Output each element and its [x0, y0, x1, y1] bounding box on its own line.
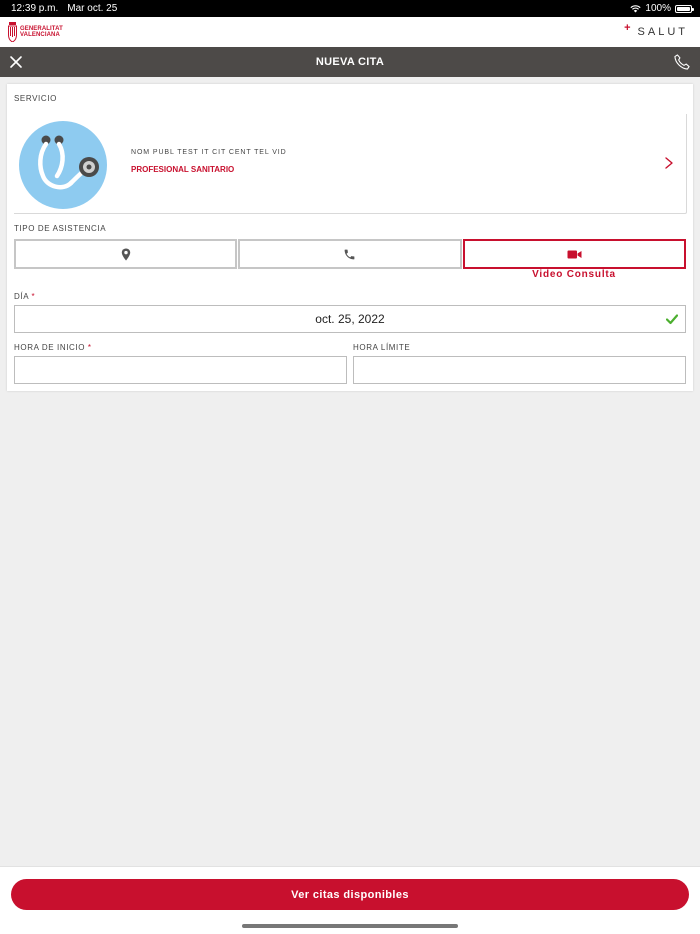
service-selector[interactable]: NOM PUBL TEST IT CIT CENT TEL VID PROFES…: [14, 114, 687, 214]
page-title: NUEVA CITA: [315, 56, 385, 68]
brand-bar: GENERALITAT VALENCIANA + SALUT: [0, 17, 700, 47]
service-avatar: [19, 121, 107, 209]
status-bar: 12:39 p.m. Mar oct. 25 100%: [0, 0, 700, 17]
date-field[interactable]: oct. 25, 2022: [14, 305, 686, 333]
status-indicators: 100%: [630, 3, 694, 14]
assistance-type-selector: [14, 239, 686, 269]
required-mark: *: [87, 343, 92, 352]
chevron-right-icon[interactable]: [664, 156, 674, 170]
day-label-text: DÍA: [14, 292, 29, 301]
battery-percent: 100%: [645, 3, 671, 14]
nav-bar: NUEVA CITA: [0, 47, 700, 77]
video-call-caption: Video Consulta: [532, 269, 616, 280]
end-time-label: HORA LÍMITE: [353, 343, 411, 352]
start-time-field[interactable]: [14, 356, 347, 384]
close-icon[interactable]: [9, 55, 23, 69]
service-type: PROFESIONAL SANITARIO: [131, 165, 235, 174]
generalitat-logo: GENERALITAT VALENCIANA: [8, 22, 63, 42]
bottom-action-bar: Ver citas disponibles: [0, 866, 700, 934]
service-name: NOM PUBL TEST IT CIT CENT TEL VID: [131, 149, 287, 156]
checkmark-icon: [666, 314, 678, 325]
phone-call-option[interactable]: [238, 239, 462, 269]
wifi-icon: [630, 4, 642, 12]
end-time-field[interactable]: [353, 356, 686, 384]
appointment-form-card: SERVICIO NOM PUBL TEST IT CIT CENT TEL V…: [7, 84, 693, 391]
status-date: Mar oct. 25: [67, 3, 118, 14]
view-available-appointments-button[interactable]: Ver citas disponibles: [11, 879, 689, 910]
home-indicator[interactable]: [242, 924, 458, 928]
day-label: DÍA *: [14, 292, 35, 301]
service-label: SERVICIO: [14, 94, 57, 103]
phone-icon: [345, 249, 355, 259]
coat-of-arms-icon: [8, 22, 17, 42]
assistance-type-label: TIPO DE ASISTENCIA: [14, 224, 107, 233]
org-name-line2: VALENCIANA: [20, 32, 60, 38]
in-person-option[interactable]: [14, 239, 238, 269]
start-time-label: HORA DE INICIO *: [14, 343, 92, 352]
stethoscope-icon: [38, 135, 99, 190]
battery-icon: [675, 4, 694, 13]
salut-plus-mark: +: [624, 22, 634, 34]
phone-icon[interactable]: [672, 52, 692, 72]
location-pin-icon: [121, 248, 130, 260]
salut-logo: + SALUT: [624, 22, 688, 38]
date-value: oct. 25, 2022: [315, 312, 385, 326]
start-time-label-text: HORA DE INICIO: [14, 343, 86, 352]
video-call-option[interactable]: [462, 239, 686, 269]
required-mark: *: [31, 292, 36, 301]
salut-wordmark: SALUT: [637, 26, 688, 38]
status-time: 12:39 p.m.: [11, 3, 59, 14]
video-camera-icon: [567, 250, 582, 258]
